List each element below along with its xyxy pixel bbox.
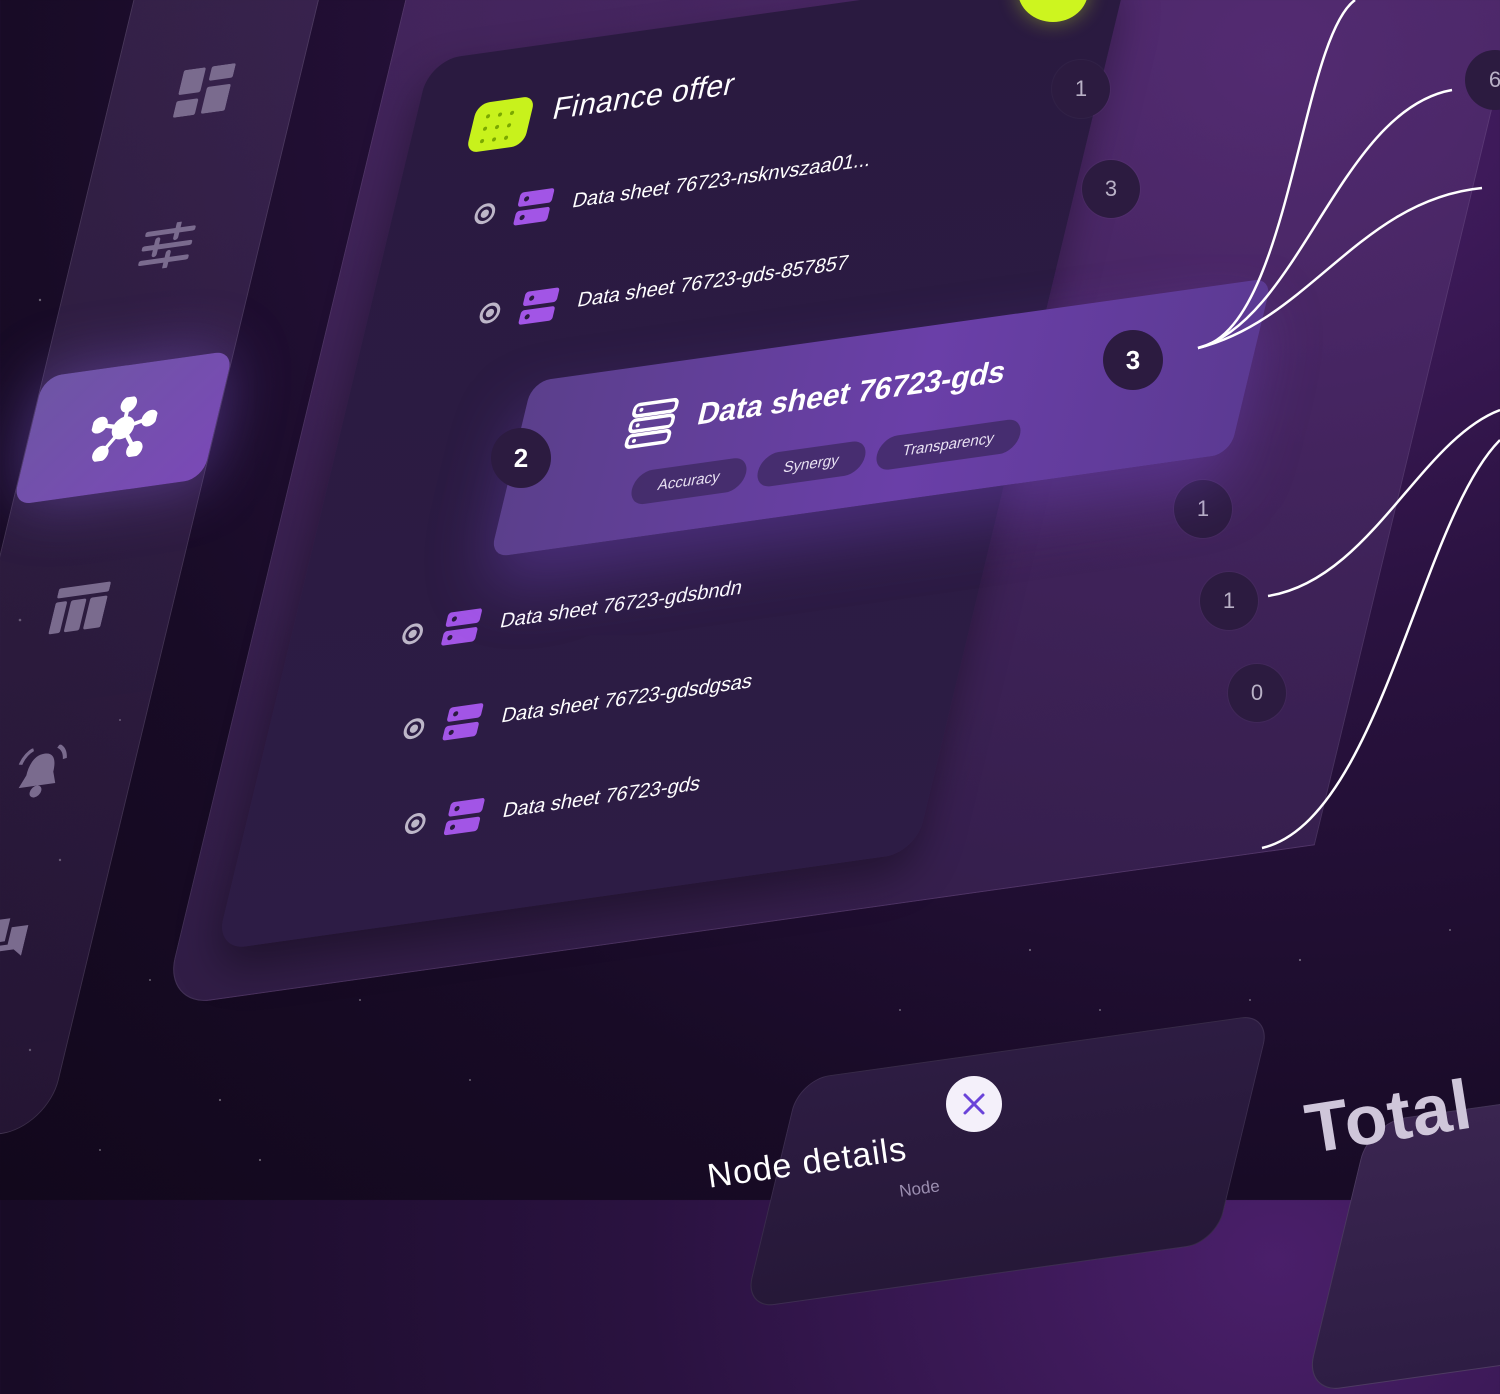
list-item-label: Data sheet 76723-nsknvszaa01... [570, 147, 874, 213]
network-icon [91, 395, 158, 463]
node-left-badge: 2 [491, 428, 551, 488]
tag-accuracy[interactable]: Accuracy [627, 456, 750, 507]
radio-icon[interactable] [477, 301, 503, 325]
count-badge: 1 [1052, 60, 1110, 118]
radio-icon[interactable] [400, 622, 426, 646]
close-button[interactable] [946, 1076, 1002, 1132]
node-right-badge: 3 [1103, 330, 1163, 390]
count-badge: 0 [1228, 664, 1286, 722]
database-icon [440, 608, 483, 646]
count-badge: 1 [1174, 480, 1232, 538]
database-icon [443, 797, 486, 836]
radio-icon[interactable] [401, 716, 427, 741]
node-title: Data sheet 76723-gds [694, 354, 1010, 432]
dashboard-icon[interactable] [172, 60, 237, 121]
list-item-label: Data sheet 76723-gdsbndn [498, 575, 745, 633]
list-item[interactable]: Data sheet 76723-gdsdgsas [400, 665, 756, 747]
list-item[interactable]: Data sheet 76723-gds-857857 [476, 246, 852, 331]
list-item[interactable]: Data sheet 76723-nsknvszaa01... [471, 143, 875, 232]
count-badge: 1 [1200, 572, 1258, 630]
tag-synergy[interactable]: Synergy [753, 439, 869, 489]
table-icon[interactable] [47, 577, 112, 638]
database-icon [441, 702, 484, 741]
count-badge: 3 [1082, 160, 1140, 218]
list-item-label: Data sheet 76723-gds [500, 771, 703, 823]
radio-icon[interactable] [402, 811, 428, 836]
close-icon [963, 1093, 985, 1115]
bell-icon[interactable] [7, 743, 72, 804]
list-item[interactable]: Data sheet 76723-gdsbndn [399, 571, 746, 652]
sliders-icon[interactable] [134, 215, 199, 276]
list-item-label: Data sheet 76723-gds-857857 [575, 250, 852, 312]
list-item-label: Data sheet 76723-gdsdgsas [499, 669, 756, 728]
finance-title: Finance offer [549, 67, 739, 127]
server-stack-icon [624, 397, 679, 449]
list-item[interactable]: Data sheet 76723-gds [401, 767, 704, 842]
radio-icon[interactable] [472, 201, 498, 226]
tag-transparency[interactable]: Transparency [872, 417, 1024, 472]
database-icon [512, 187, 555, 226]
finance-logo-icon [465, 95, 536, 154]
database-icon [517, 287, 560, 326]
chat-icon[interactable] [0, 909, 32, 970]
sidebar-item-network[interactable] [12, 350, 234, 506]
